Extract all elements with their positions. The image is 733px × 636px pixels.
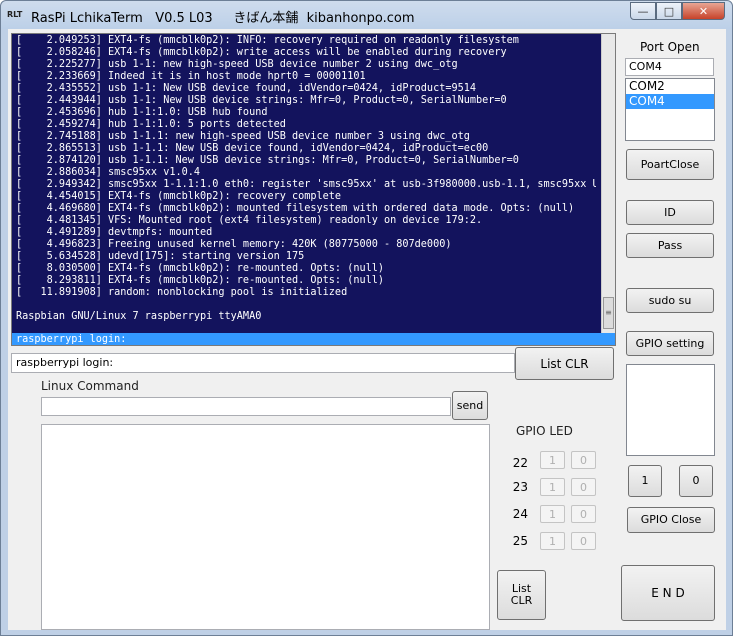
port-open-label: Port Open xyxy=(640,40,700,54)
terminal-line: [ 2.886034] smsc95xx v1.0.4 xyxy=(16,167,201,178)
close-icon[interactable]: ✕ xyxy=(682,2,725,20)
linux-command-input[interactable] xyxy=(41,397,451,416)
port-combo[interactable]: COM4 xyxy=(625,58,714,76)
gpio-on-button[interactable]: 1 xyxy=(628,465,662,497)
terminal-line: [ 5.634528] udevd[175]: starting version… xyxy=(16,251,305,262)
list-clr-button[interactable]: List CLR xyxy=(515,347,614,380)
terminal-line: [ 2.435552] usb 1-1: New USB device foun… xyxy=(16,83,477,94)
terminal-line: [ 11.891908] random: nonblocking pool is… xyxy=(16,287,348,298)
port-close-button[interactable]: PoartClose xyxy=(626,149,714,180)
terminal-line: [ 8.293811] EXT4-fs (mmcblk0p2): re-moun… xyxy=(16,275,385,286)
gpio-close-button[interactable]: GPIO Close xyxy=(627,507,715,533)
scrollbar-thumb[interactable]: ≡ xyxy=(603,297,614,329)
gpio-pin-22-label: 22 xyxy=(512,456,528,470)
gpio-pin-23-label: 23 xyxy=(512,480,528,494)
linux-command-label: Linux Command xyxy=(41,379,139,393)
end-button[interactable]: E N D xyxy=(621,565,715,621)
gpio-22-off-led: 0 xyxy=(571,451,596,469)
terminal-output[interactable]: [ 2.049253] EXT4-fs (mmcblk0p2): INFO: r… xyxy=(11,33,616,346)
terminal-line: [ 2.459274] hub 1-1:1.0: 5 ports detecte… xyxy=(16,119,286,130)
gpio-22-on-led: 1 xyxy=(540,451,565,469)
terminal-line: [ 2.233669] Indeed it is in host mode hp… xyxy=(16,71,366,82)
gpio-23-on-led: 1 xyxy=(540,478,565,496)
terminal-line: [ 4.454015] EXT4-fs (mmcblk0p2): recover… xyxy=(16,191,342,202)
terminal-line: [ 2.949342] smsc95xx 1-1.1:1.0 eth0: reg… xyxy=(16,179,596,190)
terminal-line: [ 2.874120] usb 1-1.1: New USB device st… xyxy=(16,155,519,166)
gpio-24-on-led: 1 xyxy=(540,505,565,523)
terminal-scrollbar[interactable]: ≡ xyxy=(601,34,615,333)
gpio-pin-24-label: 24 xyxy=(512,507,528,521)
command-history-area[interactable] xyxy=(41,424,490,630)
gpio-25-off-led: 0 xyxy=(571,532,596,550)
login-field[interactable]: raspberrypi login: xyxy=(11,353,515,373)
gpio-pin-25-label: 25 xyxy=(512,534,528,548)
list-clr-bottom-label-2: CLR xyxy=(510,594,533,607)
title-bar[interactable]: RLT RasPi LchikaTerm V0.5 L03 きばん本舗 kiba… xyxy=(1,1,732,29)
terminal-line: [ 2.049253] EXT4-fs (mmcblk0p2): INFO: r… xyxy=(16,35,519,46)
window-controls: — □ ✕ xyxy=(630,2,725,20)
terminal-lines: [ 2.049253] EXT4-fs (mmcblk0p2): INFO: r… xyxy=(16,35,596,323)
terminal-line: Raspbian GNU/Linux 7 raspberrypi ttyAMA0 xyxy=(16,311,262,322)
window-title: RasPi LchikaTerm V0.5 L03 きばん本舗 kibanhon… xyxy=(31,11,415,26)
terminal-line: [ 2.453696] hub 1-1:1.0: USB hub found xyxy=(16,107,268,118)
port-option-com2[interactable]: COM2 xyxy=(626,79,714,94)
terminal-line: [ 4.481345] VFS: Mounted root (ext4 file… xyxy=(16,215,483,226)
port-list[interactable]: COM2 COM4 xyxy=(625,78,715,141)
list-clr-bottom-button[interactable]: List CLR xyxy=(497,570,546,620)
terminal-line: [ 2.058246] EXT4-fs (mmcblk0p2): write a… xyxy=(16,47,507,58)
gpio-setting-button[interactable]: GPIO setting xyxy=(626,331,714,356)
gpio-led-label: GPIO LED xyxy=(516,424,573,438)
id-button[interactable]: ID xyxy=(626,200,714,225)
gpio-setting-list[interactable] xyxy=(626,364,715,456)
pass-button[interactable]: Pass xyxy=(626,233,714,258)
gpio-23-off-led: 0 xyxy=(571,478,596,496)
terminal-line: [ 2.865513] usb 1-1.1: New USB device fo… xyxy=(16,143,489,154)
terminal-line: [ 2.225277] usb 1-1: new high-speed USB … xyxy=(16,59,458,70)
port-option-com4[interactable]: COM4 xyxy=(626,94,714,109)
terminal-line: [ 4.491289] devtmpfs: mounted xyxy=(16,227,213,238)
terminal-line: [ 2.745188] usb 1-1.1: new high-speed US… xyxy=(16,131,470,142)
terminal-line: [ 4.469680] EXT4-fs (mmcblk0p2): mounted… xyxy=(16,203,575,214)
gpio-25-on-led: 1 xyxy=(540,532,565,550)
terminal-line: [ 4.496823] Freeing unused kernel memory… xyxy=(16,239,452,250)
terminal-selected-line[interactable]: raspberrypi login: xyxy=(12,333,615,345)
sudo-su-button[interactable]: sudo su xyxy=(626,288,714,313)
send-button[interactable]: send xyxy=(452,391,488,420)
gpio-off-button[interactable]: 0 xyxy=(679,465,713,497)
terminal-line: [ 8.030500] EXT4-fs (mmcblk0p2): re-moun… xyxy=(16,263,385,274)
app-icon: RLT xyxy=(7,10,23,19)
maximize-icon[interactable]: □ xyxy=(656,2,682,20)
client-area: [ 2.049253] EXT4-fs (mmcblk0p2): INFO: r… xyxy=(8,29,726,630)
minimize-icon[interactable]: — xyxy=(630,2,656,20)
terminal-line: [ 2.443944] usb 1-1: New USB device stri… xyxy=(16,95,507,106)
gpio-24-off-led: 0 xyxy=(571,505,596,523)
app-window: RLT RasPi LchikaTerm V0.5 L03 きばん本舗 kiba… xyxy=(0,0,733,636)
